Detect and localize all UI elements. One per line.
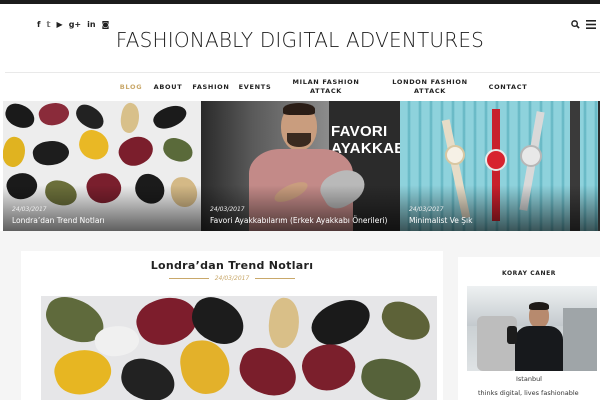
nav-item-contact[interactable]: CONTACT: [486, 73, 530, 101]
slide-2[interactable]: FAVORI AYAKKABILAR 24/03/2017 Favori Aya…: [201, 101, 400, 231]
main-content: Londra’dan Trend Notları 24/03/2017 KORA…: [0, 251, 600, 400]
slide-1[interactable]: 24/03/2017 Londra’dan Trend Notları: [3, 101, 201, 231]
slide-title[interactable]: Favori Ayakkabılarım (Erkek Ayakkabı Öne…: [210, 216, 387, 225]
author-tagline: thinks digital, lives fashionable: [478, 389, 579, 397]
slide-image-headline: FAVORI AYAKKABILAR: [331, 123, 400, 157]
main-nav: BLOG ABOUT FASHION EVENTS MILAN FASHION …: [0, 73, 600, 101]
content-spacer: [0, 231, 600, 251]
sidebar-heading: KORAY CANER: [502, 270, 556, 277]
menu-icon[interactable]: [586, 20, 596, 32]
nav-item-blog[interactable]: BLOG: [114, 73, 148, 101]
author-photo[interactable]: [467, 286, 597, 371]
slide-title[interactable]: Londra’dan Trend Notları: [12, 216, 105, 225]
search-icon[interactable]: [571, 20, 580, 32]
post-featured-image[interactable]: [41, 296, 437, 400]
sidebar-about-widget: KORAY CANER Istanbul thinks digital, liv…: [458, 257, 600, 400]
nav-item-milan-fashion-attack[interactable]: MILAN FASHION ATTACK: [287, 73, 365, 101]
site-title[interactable]: FASHIONABLY DIGITAL ADVENTURES: [0, 28, 600, 52]
post-meta: 24/03/2017: [21, 275, 443, 282]
slide-3[interactable]: 24/03/2017 Minimalist Ve Şık: [400, 101, 598, 231]
date-rule-right: [255, 278, 296, 279]
nav-item-fashion[interactable]: FASHION: [190, 73, 232, 101]
slide-date: 24/03/2017: [12, 206, 47, 213]
post-title[interactable]: Londra’dan Trend Notları: [21, 259, 443, 272]
header-actions: [571, 20, 596, 32]
slide-title[interactable]: Minimalist Ve Şık: [409, 216, 472, 225]
nav-item-about[interactable]: ABOUT: [151, 73, 185, 101]
date-rule-left: [168, 278, 209, 279]
featured-slider: 24/03/2017 Londra’dan Trend Notları FAVO…: [3, 101, 600, 231]
post-card: Londra’dan Trend Notları 24/03/2017: [21, 251, 443, 400]
nav-item-london-fashion-attack[interactable]: LONDON FASHION ATTACK: [386, 73, 474, 101]
post-date: 24/03/2017: [214, 275, 250, 282]
slide-date: 24/03/2017: [409, 206, 444, 213]
slide-date: 24/03/2017: [210, 206, 245, 213]
nav-item-events[interactable]: EVENTS: [236, 73, 274, 101]
site-header: f 𝕥 ▶ g+ in ◙ FASHIONABLY DIGITAL ADVENT…: [0, 4, 600, 72]
author-location: Istanbul: [515, 375, 542, 383]
